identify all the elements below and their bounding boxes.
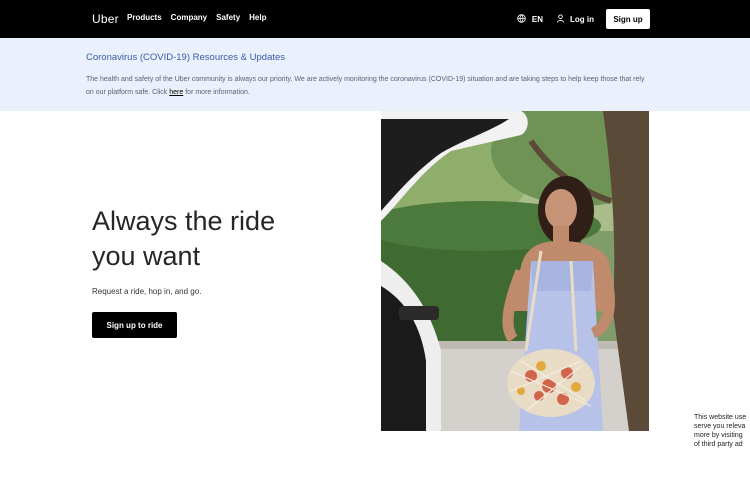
signup-button[interactable]: Sign up: [606, 9, 650, 29]
nav-link-company[interactable]: Company: [171, 13, 207, 22]
nav-link-safety[interactable]: Safety: [216, 13, 240, 22]
banner-text-after: for more information.: [183, 89, 250, 96]
banner-title[interactable]: Coronavirus (COVID-19) Resources & Updat…: [86, 52, 285, 63]
hero-subtitle: Request a ride, hop in, and go.: [92, 287, 202, 296]
cookie-line: of third party ad: [694, 441, 743, 448]
language-label: EN: [531, 14, 543, 24]
hero-title: Always the ride you want: [92, 204, 352, 274]
login-link[interactable]: Log in: [556, 13, 594, 25]
user-icon: [556, 13, 565, 25]
banner-text: The health and safety of the Uber commun…: [86, 73, 646, 99]
nav-link-help[interactable]: Help: [249, 13, 266, 22]
uber-logo[interactable]: Uber: [92, 12, 119, 26]
nav-link-products[interactable]: Products: [127, 13, 162, 22]
cookie-line: This website use: [694, 414, 747, 421]
globe-icon: [517, 13, 526, 25]
hero-photo-illustration: [381, 111, 649, 431]
language-selector[interactable]: EN: [517, 13, 543, 25]
hero-photo: [381, 111, 649, 431]
banner-here-link[interactable]: here: [169, 89, 183, 96]
nav-right: EN Log in Sign up: [517, 9, 650, 29]
login-label: Log in: [570, 14, 594, 24]
cookie-line: serve you releva: [694, 423, 746, 430]
signup-to-ride-button[interactable]: Sign up to ride: [92, 312, 177, 338]
hero-title-line2: you want: [92, 241, 201, 271]
cookie-notice: This website use serve you releva more b…: [694, 413, 750, 449]
hero-title-line1: Always the ride: [92, 206, 276, 236]
cookie-line: more by visiting: [694, 432, 743, 439]
nav-links: Products Company Safety Help: [127, 13, 266, 22]
top-nav: Uber Products Company Safety Help EN Log…: [0, 0, 750, 38]
